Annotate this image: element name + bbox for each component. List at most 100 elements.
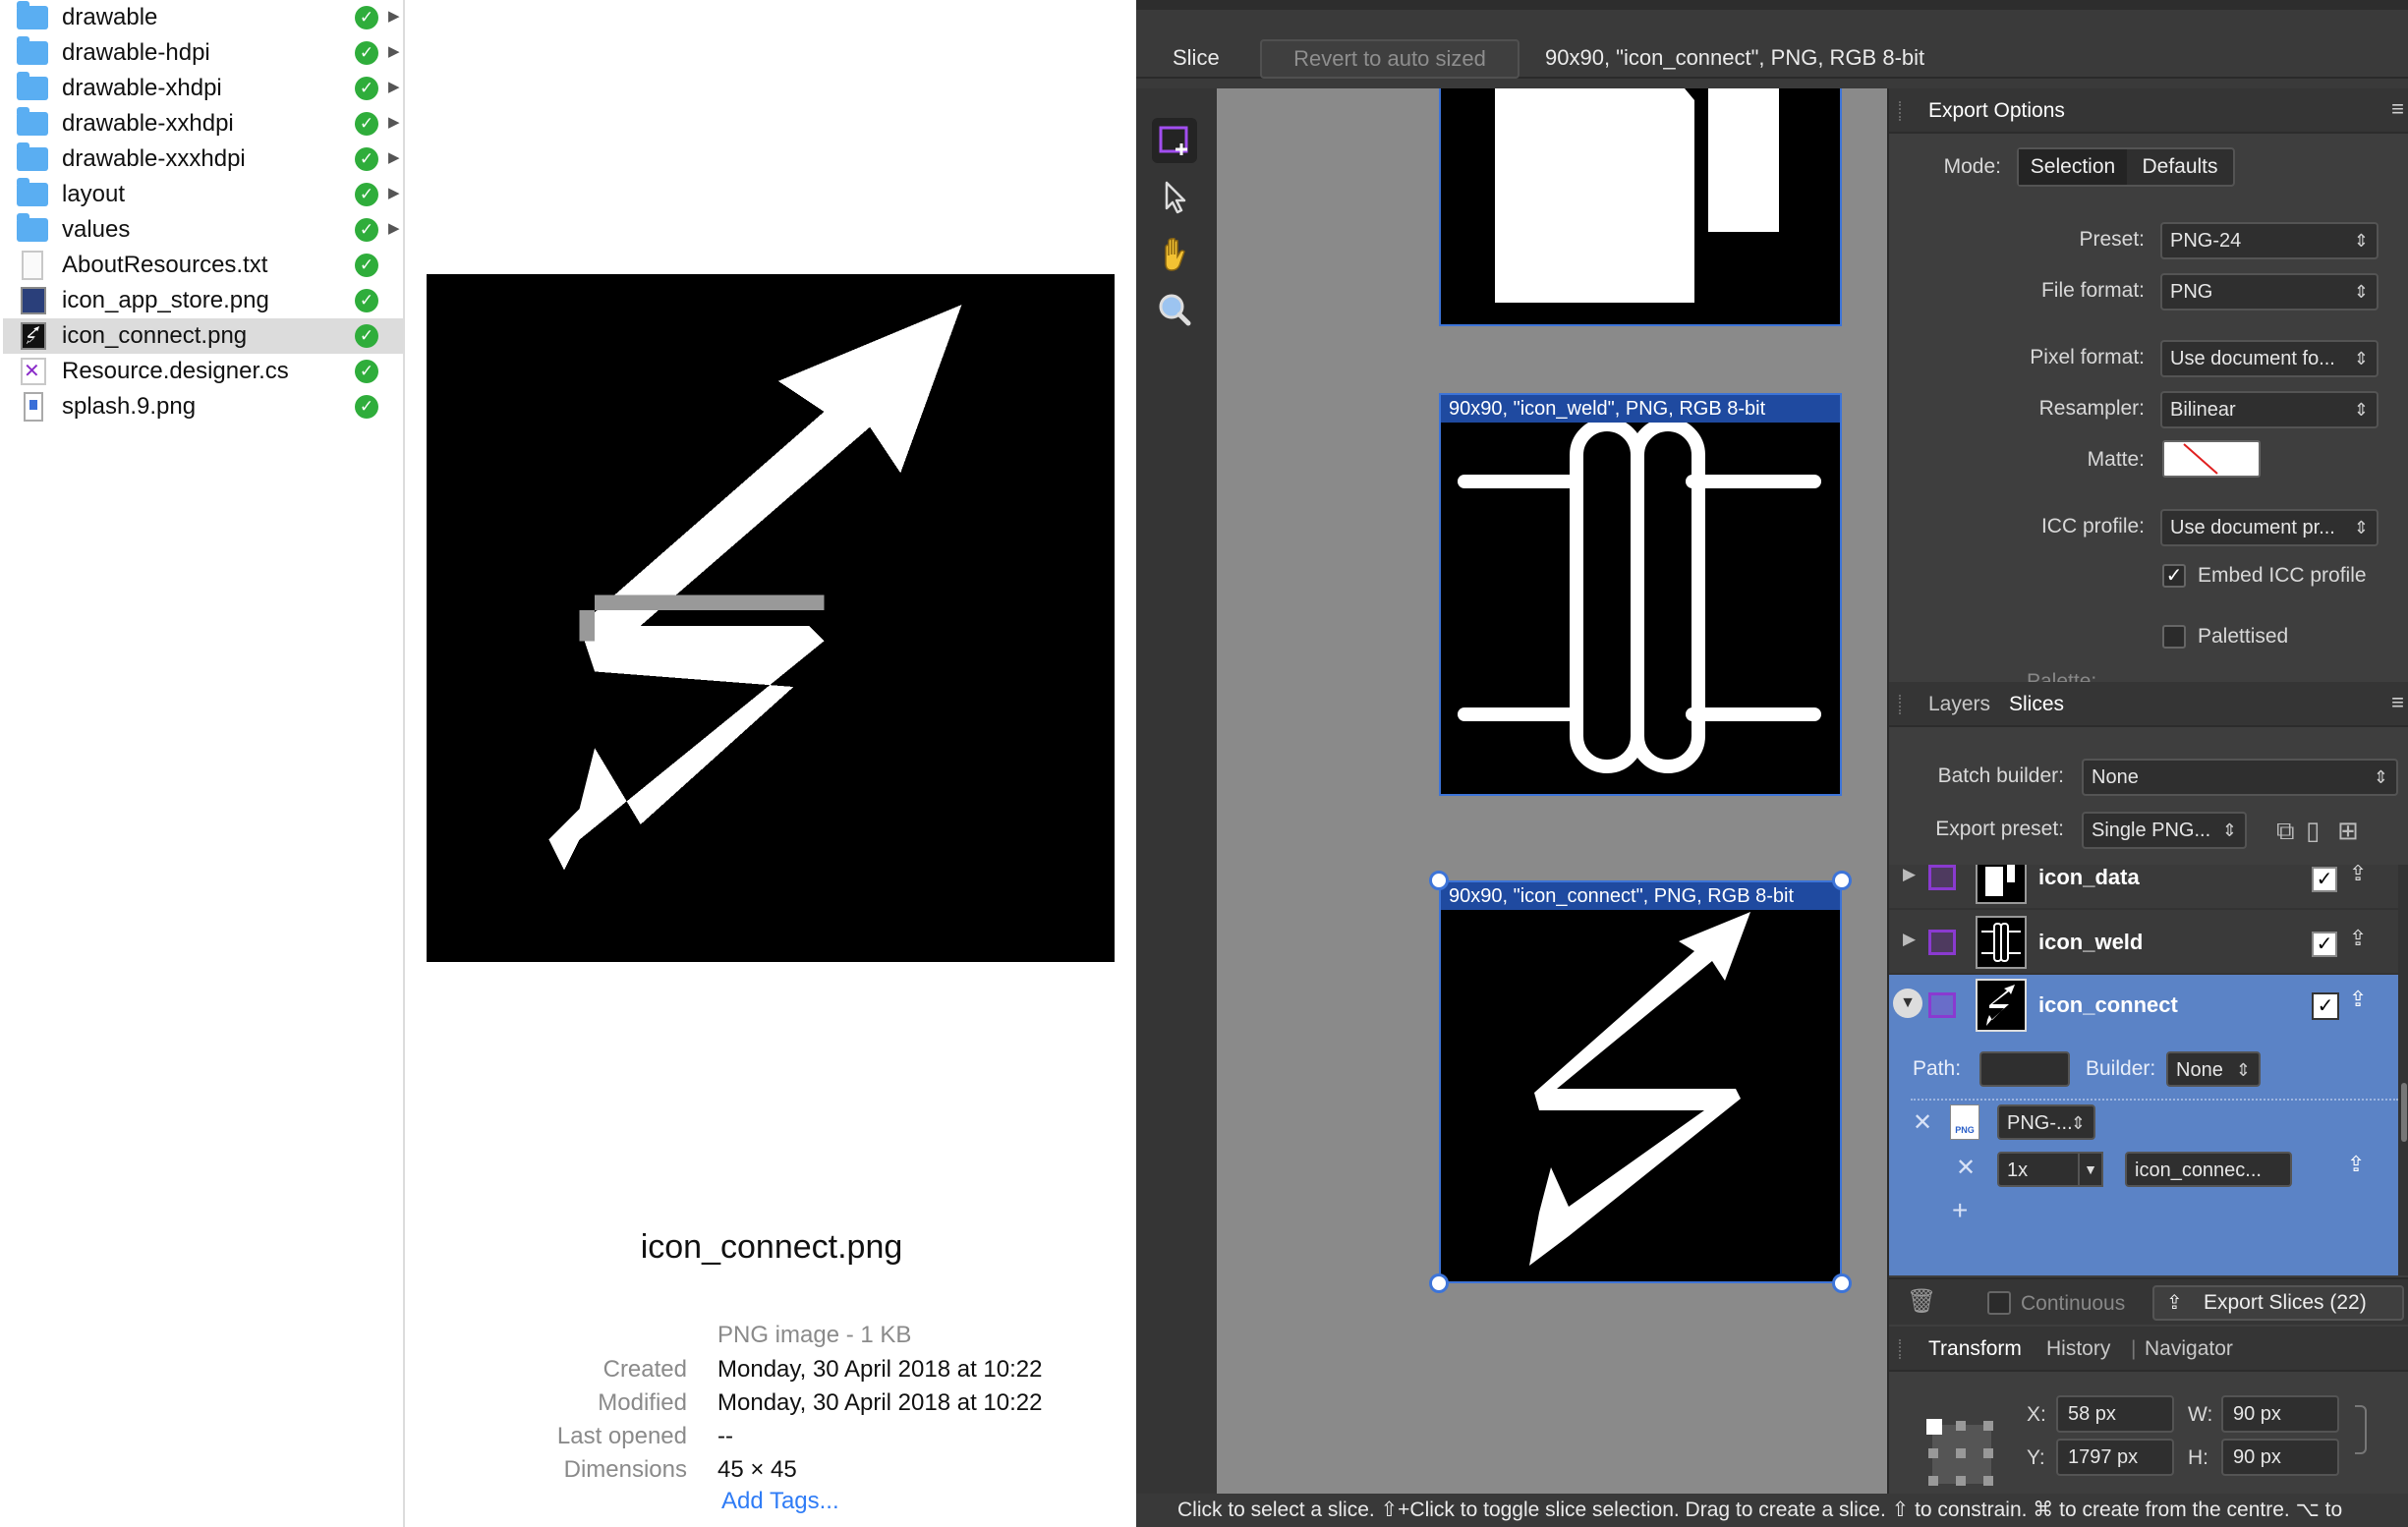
disclosure-arrow-icon[interactable]: ▶ [388, 42, 400, 60]
icc-profile-select[interactable]: Use document pr... [2160, 509, 2379, 546]
disclosure-arrow-icon[interactable]: ▶ [388, 219, 400, 237]
file-format-select[interactable]: PNG [2160, 273, 2379, 311]
view-tool[interactable] [1152, 232, 1197, 277]
remove-format-icon[interactable]: ✕ [1913, 1108, 1932, 1137]
remove-scale-icon[interactable]: ✕ [1956, 1154, 1976, 1182]
slice-selection-tool[interactable] [1152, 175, 1197, 220]
mode-selection-button[interactable]: Selection [2019, 149, 2127, 185]
file-row[interactable]: values ✓ ▶ [3, 212, 405, 248]
lock-aspect-ratio-icon[interactable] [2355, 1405, 2367, 1454]
resampler-select[interactable]: Bilinear [2160, 391, 2379, 428]
y-input[interactable]: 1797 px [2056, 1439, 2174, 1476]
slice-list-scrollbar[interactable] [2398, 865, 2408, 1275]
file-row[interactable]: layout ✓ ▶ [3, 177, 405, 212]
tab-navigator[interactable]: Navigator [2145, 1337, 2233, 1361]
file-row[interactable]: drawable-xxhdpi ✓ ▶ [3, 106, 405, 141]
slice-export-checkbox[interactable]: ✓ [2312, 932, 2337, 957]
disclosure-arrow-icon[interactable]: ▶ [388, 78, 400, 95]
slice-row-icon-connect-expanded[interactable]: ▼ icon_connect ✓ ⇪ Path: Builder: None ✕… [1889, 975, 2398, 1275]
anchor-grid-icon [1926, 1419, 1993, 1486]
embed-icc-checkbox[interactable]: ✓ [2162, 564, 2186, 588]
x-input[interactable]: 58 px [2056, 1395, 2174, 1433]
slice-icon-weld[interactable]: 90x90, "icon_weld", PNG, RGB 8-bit [1439, 393, 1842, 796]
disclosure-triangle-open-icon[interactable]: ▼ [1893, 989, 1922, 1018]
revert-to-auto-sized-button[interactable]: Revert to auto sized [1260, 39, 1519, 79]
matte-color-swatch[interactable] [2162, 440, 2261, 478]
context-toolbar: Slice Revert to auto sized 90x90, "icon_… [1136, 10, 2408, 79]
scale-dropdown-icon[interactable]: ▼ [2078, 1152, 2103, 1187]
slice-icon-data[interactable] [1439, 88, 1842, 326]
zoom-tool[interactable] [1152, 287, 1197, 332]
folder-icon [17, 72, 48, 100]
slice-export-checkbox[interactable]: ✓ [2312, 867, 2337, 892]
file-row[interactable]: icon_app_store.png ✓ [3, 283, 405, 318]
export-icon[interactable]: ⇪ [2347, 1152, 2365, 1177]
anchor-selector[interactable] [1922, 1415, 2001, 1494]
h-label: H: [2188, 1446, 2208, 1469]
builder-select[interactable]: None [2166, 1051, 2261, 1087]
tools-panel [1136, 88, 1217, 1494]
file-row[interactable]: icon_connect.png ✓ [3, 318, 405, 354]
filename-input[interactable]: icon_connec... [2125, 1152, 2292, 1187]
preset-select[interactable]: PNG-24 [2160, 222, 2379, 259]
slice-row-icon-data[interactable]: ▶ icon_data ✓ ⇪ [1889, 865, 2398, 910]
batch-builder-select[interactable]: None [2082, 759, 2398, 796]
file-name: drawable [62, 4, 158, 30]
mode-defaults-button[interactable]: Defaults [2127, 149, 2233, 185]
disclosure-arrow-icon[interactable]: ▶ [388, 184, 400, 201]
slice-icon-connect[interactable]: 90x90, "icon_connect", PNG, RGB 8-bit [1439, 880, 1842, 1283]
document-artboard[interactable]: 90x90, "icon_weld", PNG, RGB 8-bit 90x90… [1217, 88, 1887, 1494]
disclosure-arrow-icon[interactable]: ▶ [388, 148, 400, 166]
resize-handle-bottom-left[interactable] [1429, 1273, 1449, 1293]
tab-slices[interactable]: Slices [2009, 693, 2064, 716]
file-icon [22, 251, 43, 280]
disclosure-triangle-icon[interactable]: ▶ [1903, 930, 1916, 949]
tab-transform[interactable]: Transform [1928, 1337, 2022, 1361]
panel-menu-icon[interactable]: ≡ [2391, 96, 2404, 122]
export-preset-select[interactable]: Single PNG... [2082, 812, 2247, 849]
file-row[interactable]: splash.9.png ✓ [3, 389, 405, 424]
file-row[interactable]: drawable-xxxhdpi ✓ ▶ [3, 141, 405, 177]
folder-icon [17, 1, 48, 29]
export-icon[interactable]: ⇪ [2349, 926, 2367, 951]
delete-preset-icon[interactable]: ▯ [2306, 816, 2320, 846]
add-preset-icon[interactable]: ⊞ [2337, 816, 2359, 846]
disclosure-triangle-icon[interactable]: ▶ [1903, 865, 1916, 884]
slice-tool[interactable] [1152, 118, 1197, 163]
w-input[interactable]: 90 px [2221, 1395, 2339, 1433]
resize-handle-top-left[interactable] [1429, 871, 1449, 890]
file-row[interactable]: drawable-hdpi ✓ ▶ [3, 35, 405, 71]
slice-export-checkbox[interactable]: ✓ [2312, 992, 2339, 1020]
export-icon[interactable]: ⇪ [2349, 987, 2367, 1012]
copy-preset-icon[interactable]: ⧉ [2276, 816, 2295, 847]
file-row[interactable]: Resource.designer.cs ✓ [3, 354, 405, 389]
pixel-format-select[interactable]: Use document fo... [2160, 340, 2379, 377]
trash-icon[interactable]: 🗑 [1907, 1287, 1936, 1316]
export-icon[interactable]: ⇪ [2349, 865, 2367, 886]
panel-menu-icon[interactable]: ≡ [2391, 690, 2404, 715]
slice-icon [1159, 126, 1188, 155]
format-select[interactable]: PNG-... [1997, 1104, 2095, 1140]
slice-row-icon-weld[interactable]: ▶ icon_weld ✓ ⇪ [1889, 910, 2398, 975]
tab-layers[interactable]: Layers [1928, 693, 1990, 716]
affinity-designer-window: Slice Revert to auto sized 90x90, "icon_… [1136, 0, 2408, 1527]
file-row[interactable]: drawable-xhdpi ✓ ▶ [3, 71, 405, 106]
file-row[interactable]: AboutResources.txt ✓ [3, 248, 405, 283]
add-format-icon[interactable]: + [1952, 1195, 1968, 1226]
path-input[interactable] [1979, 1051, 2070, 1087]
disclosure-arrow-icon[interactable]: ▶ [388, 113, 400, 131]
file-preview-image [427, 274, 1115, 962]
disclosure-arrow-icon[interactable]: ▶ [388, 7, 400, 25]
continuous-checkbox[interactable] [1987, 1291, 2011, 1315]
export-slices-button[interactable]: ⇪ Export Slices (22) [2152, 1285, 2404, 1321]
file-icon [21, 322, 46, 350]
tab-export-options[interactable]: Export Options [1928, 99, 2065, 123]
h-input[interactable]: 90 px [2221, 1439, 2339, 1476]
file-row[interactable]: drawable ✓ ▶ [3, 0, 405, 35]
palettised-checkbox[interactable] [2162, 625, 2186, 649]
resize-handle-bottom-right[interactable] [1832, 1273, 1852, 1293]
add-tags-link[interactable]: Add Tags... [721, 1488, 839, 1515]
resize-handle-top-right[interactable] [1832, 871, 1852, 890]
tab-history[interactable]: History [2046, 1337, 2110, 1361]
builder-label: Builder: [2086, 1057, 2156, 1080]
